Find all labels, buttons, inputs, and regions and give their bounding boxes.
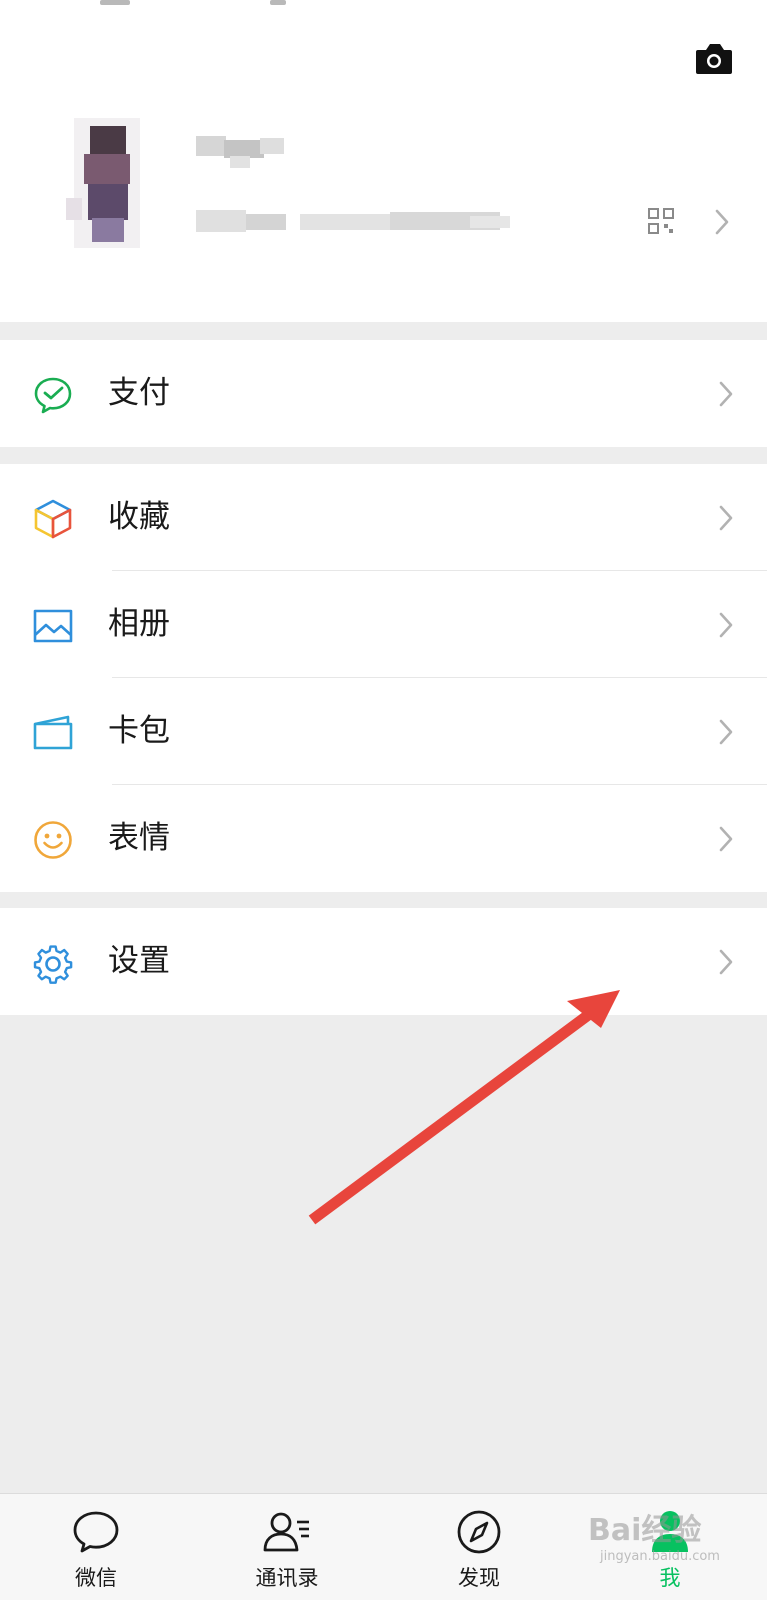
menu-label-favorites: 收藏 <box>108 499 170 535</box>
chevron-right-icon <box>719 719 733 745</box>
chevron-right-icon <box>719 381 733 407</box>
chevron-right-icon <box>719 612 733 638</box>
watermark-subtext: jingyan.baidu.com <box>600 1549 720 1564</box>
chevron-right-icon <box>719 505 733 531</box>
gear-icon <box>33 945 73 984</box>
menu-label-stickers: 表情 <box>108 820 170 856</box>
wechat-pay-icon <box>34 377 72 414</box>
nickname-blurred <box>196 136 284 168</box>
profile-chevron-right-icon[interactable] <box>714 208 730 236</box>
cube-icon <box>34 499 72 539</box>
menu-item-favorites[interactable]: 收藏 <box>0 464 767 571</box>
features-group: 收藏 相册 卡包 表情 <box>0 464 767 892</box>
settings-group: 设置 <box>0 908 767 1015</box>
menu-item-cards[interactable]: 卡包 <box>0 678 767 785</box>
menu-label-album: 相册 <box>108 606 170 642</box>
menu-label-settings: 设置 <box>108 943 170 979</box>
tab-discover[interactable]: 发现 <box>419 1494 539 1600</box>
menu-item-album[interactable]: 相册 <box>0 571 767 678</box>
contacts-icon <box>263 1512 309 1552</box>
wechat-id-blurred <box>196 210 510 232</box>
qr-code-icon[interactable] <box>648 208 674 234</box>
avatar[interactable] <box>62 118 152 248</box>
tab-label: 通讯录 <box>255 1566 319 1590</box>
profile-header <box>0 0 767 322</box>
pay-group: 支付 <box>0 340 767 447</box>
chat-bubble-icon <box>73 1511 119 1553</box>
card-wallet-icon <box>33 715 73 750</box>
menu-label-pay: 支付 <box>108 375 170 411</box>
baidu-watermark: Bai经验 jingyan.baidu.com <box>588 1505 738 1565</box>
compass-icon <box>457 1510 501 1554</box>
chevron-right-icon <box>719 826 733 852</box>
chevron-right-icon <box>719 949 733 975</box>
menu-item-pay[interactable]: 支付 <box>0 340 767 447</box>
tab-label: 我 <box>659 1566 681 1590</box>
camera-icon[interactable] <box>694 40 734 76</box>
tab-contacts[interactable]: 通讯录 <box>227 1494 347 1600</box>
status-bar-fragment <box>100 0 290 6</box>
menu-item-stickers[interactable]: 表情 <box>0 785 767 892</box>
tab-label: 微信 <box>75 1566 117 1590</box>
menu-label-cards: 卡包 <box>108 713 170 749</box>
tab-label: 发现 <box>458 1566 500 1590</box>
menu-item-settings[interactable]: 设置 <box>0 908 767 1015</box>
smiley-icon <box>34 821 72 859</box>
picture-icon <box>33 609 73 643</box>
tab-chats[interactable]: 微信 <box>36 1494 156 1600</box>
watermark-text: Bai经验 <box>588 1513 702 1548</box>
